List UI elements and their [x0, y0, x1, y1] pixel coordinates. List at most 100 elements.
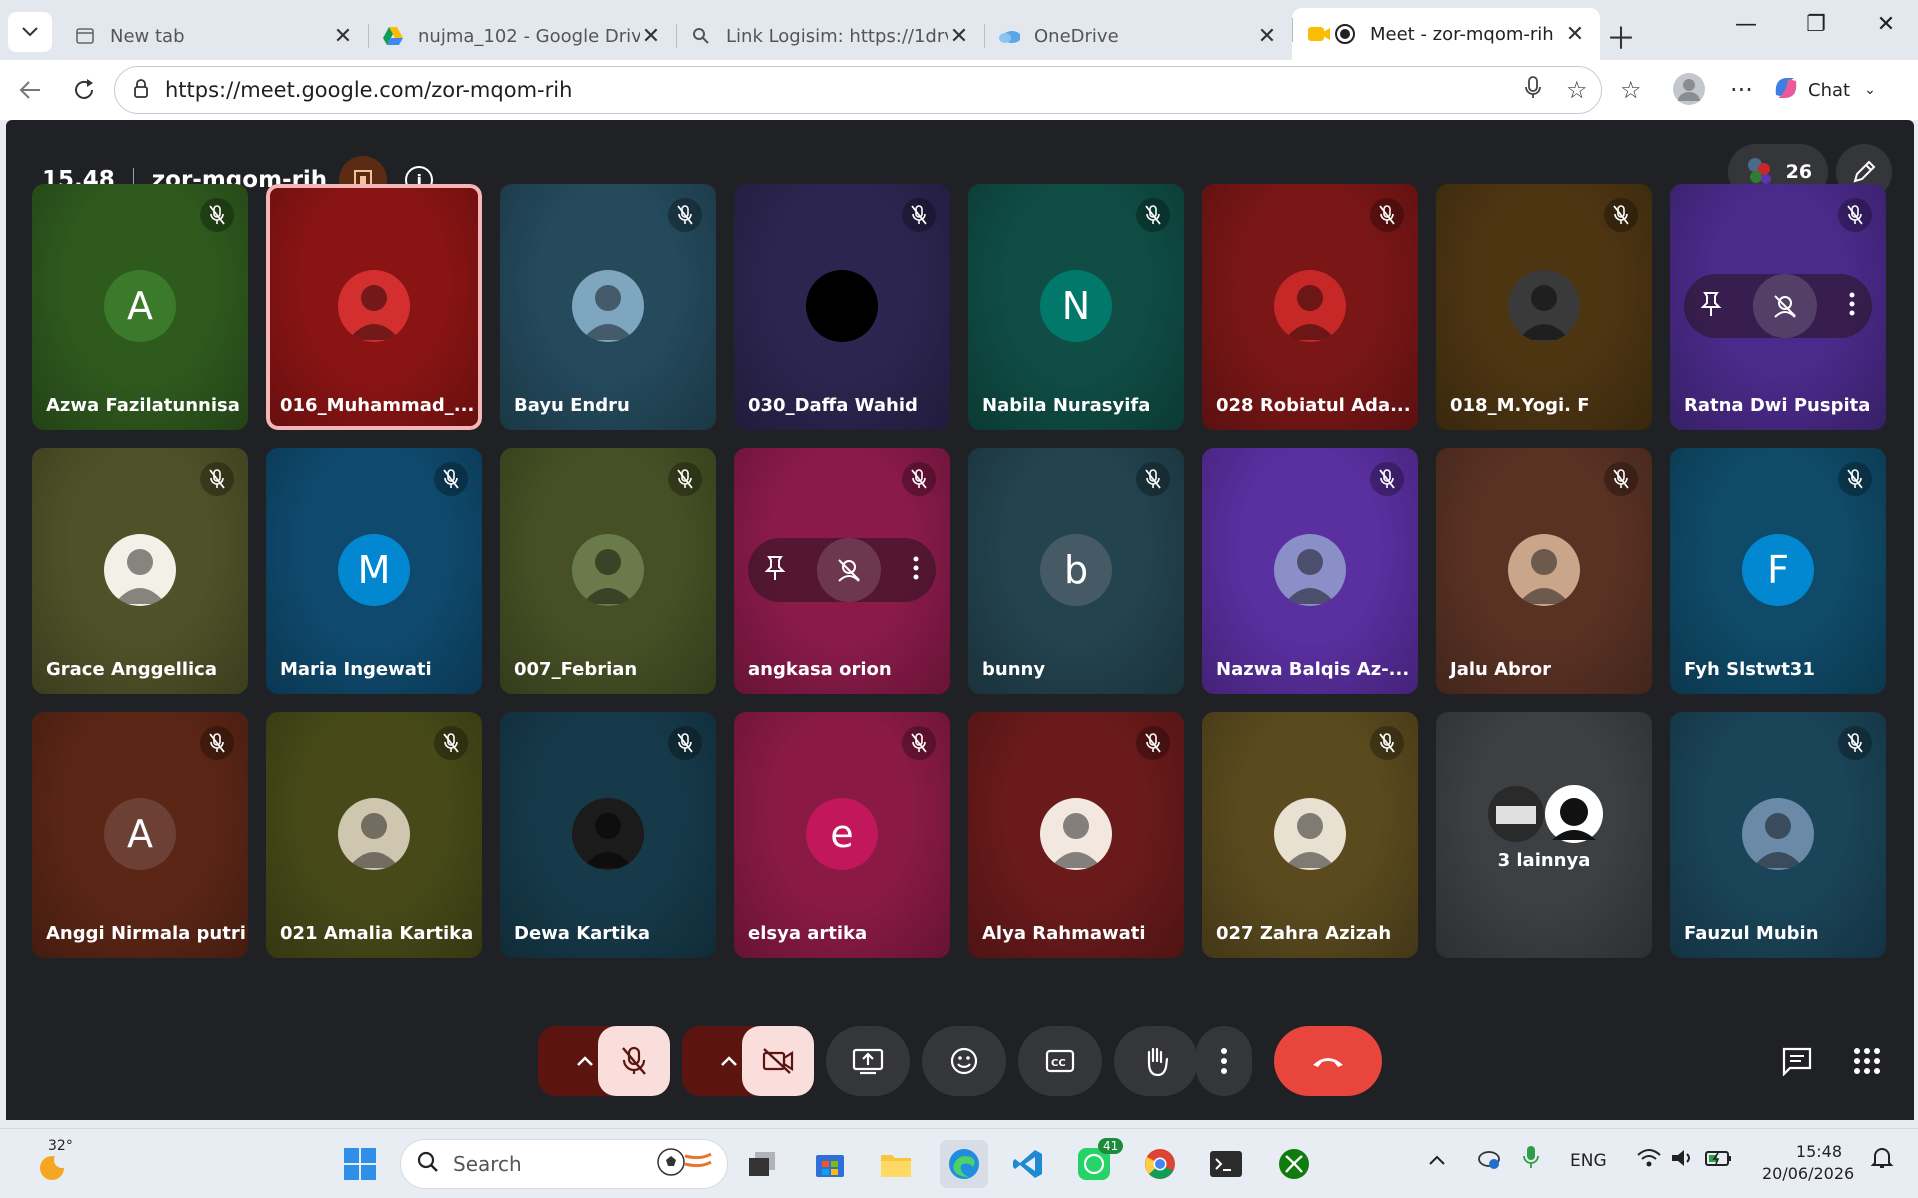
- address-input[interactable]: https://meet.google.com/zor-mqom-rih: [114, 66, 1602, 114]
- remove-participant-icon[interactable]: [1752, 274, 1817, 338]
- more-options-vertical-icon[interactable]: [912, 556, 920, 584]
- participant-tile[interactable]: Bayu Endru: [500, 184, 716, 430]
- profile-avatar-icon[interactable]: [1672, 72, 1706, 112]
- participant-tile[interactable]: Dewa Kartika: [500, 712, 716, 958]
- participant-tile[interactable]: b bunny: [968, 448, 1184, 694]
- microphone-icon[interactable]: [1524, 76, 1542, 106]
- participant-tile[interactable]: F Fyh Slstwt31: [1670, 448, 1886, 694]
- present-screen-button[interactable]: [826, 1026, 910, 1096]
- participant-name: Nabila Nurasyifa: [982, 395, 1151, 416]
- participant-tile[interactable]: 027 Zahra Azizah: [1202, 712, 1418, 958]
- tab-meet[interactable]: Meet - zor-mqom-rih ✕: [1292, 8, 1600, 60]
- taskbar-search-input[interactable]: Search: [400, 1139, 728, 1189]
- vscode-icon[interactable]: [1008, 1144, 1048, 1184]
- microphone-muted-icon: [1136, 198, 1170, 232]
- volume-icon[interactable]: [1670, 1147, 1696, 1174]
- participant-tile[interactable]: A Anggi Nirmala putri: [32, 712, 248, 958]
- new-tab-plus-icon[interactable]: ＋: [1606, 14, 1636, 58]
- restore-icon[interactable]: ❐: [1786, 12, 1846, 37]
- close-icon[interactable]: ✕: [332, 24, 354, 49]
- windows-start-icon[interactable]: [340, 1144, 380, 1184]
- participant-tile[interactable]: 016_Muhammad_...: [266, 184, 482, 430]
- participant-tile[interactable]: M Maria Ingewati: [266, 448, 482, 694]
- edge-browser-icon[interactable]: [940, 1140, 988, 1188]
- copilot-chat-button[interactable]: Chat ⌄: [1772, 68, 1876, 112]
- onedrive-tray-icon[interactable]: [1474, 1147, 1502, 1176]
- participant-tile[interactable]: N Nabila Nurasyifa: [968, 184, 1184, 430]
- show-hidden-icons-chevron-icon[interactable]: [1428, 1151, 1446, 1171]
- close-icon[interactable]: ✕: [640, 24, 662, 49]
- file-explorer-icon[interactable]: [876, 1144, 916, 1184]
- window-close-icon[interactable]: ✕: [1856, 12, 1916, 37]
- battery-charging-icon[interactable]: [1704, 1147, 1734, 1174]
- activities-grid-icon[interactable]: [1842, 1026, 1892, 1096]
- whatsapp-icon[interactable]: 41: [1074, 1138, 1124, 1184]
- participant-tile[interactable]: A Azwa Fazilatunnisa: [32, 184, 248, 430]
- tab-title: Meet - zor-mqom-rih: [1370, 23, 1554, 45]
- close-icon[interactable]: ✕: [1564, 22, 1586, 47]
- wifi-icon[interactable]: [1636, 1147, 1662, 1174]
- reload-icon[interactable]: [68, 74, 100, 106]
- tab-google-drive[interactable]: nujma_102 - Google Drive ✕: [368, 14, 676, 58]
- favorite-star-icon[interactable]: ☆: [1566, 76, 1588, 104]
- participant-tile[interactable]: Ratna Dwi Puspita: [1670, 184, 1886, 430]
- weather-widget[interactable]: 32°: [28, 1138, 84, 1184]
- participant-tile[interactable]: 030_Daffa Wahid: [734, 184, 950, 430]
- tab-title: Link Logisim: https://1drv.m: [726, 25, 948, 47]
- notification-bell-icon[interactable]: [1870, 1145, 1894, 1176]
- weather-temperature: 32°: [48, 1138, 73, 1154]
- chat-messages-icon[interactable]: [1772, 1026, 1822, 1096]
- raise-hand-button[interactable]: [1114, 1026, 1198, 1096]
- minimize-icon[interactable]: —: [1716, 12, 1776, 37]
- close-icon[interactable]: ✕: [1256, 24, 1278, 49]
- taskbar-clock[interactable]: 15:48 20/06/2026: [1762, 1141, 1854, 1185]
- pin-icon[interactable]: [1700, 290, 1722, 322]
- remove-participant-icon[interactable]: [816, 538, 881, 602]
- participant-name: 007_Febrian: [514, 659, 638, 680]
- terminal-icon[interactable]: [1206, 1144, 1246, 1184]
- favorites-list-icon[interactable]: ☆: [1620, 76, 1642, 104]
- microphone-off-button[interactable]: [598, 1026, 670, 1096]
- microphone-tray-icon[interactable]: [1522, 1145, 1540, 1176]
- more-options-vertical-icon[interactable]: [1196, 1026, 1252, 1096]
- xbox-app-icon[interactable]: [1274, 1144, 1314, 1184]
- emoji-reaction-button[interactable]: [922, 1026, 1006, 1096]
- tab-title: nujma_102 - Google Drive: [418, 25, 640, 47]
- participant-name: Dewa Kartika: [514, 923, 651, 944]
- pin-icon[interactable]: [764, 554, 786, 586]
- tab-onedrive[interactable]: OneDrive ✕: [984, 14, 1292, 58]
- more-options-icon[interactable]: ···: [1730, 76, 1753, 104]
- participant-tile[interactable]: 028 Robiatul Ada...: [1202, 184, 1418, 430]
- captions-button[interactable]: CC: [1018, 1026, 1102, 1096]
- microphone-muted-icon: [1136, 462, 1170, 496]
- participant-avatar: N: [1040, 270, 1112, 342]
- participant-name: Anggi Nirmala putri: [46, 923, 246, 944]
- participant-name: 030_Daffa Wahid: [748, 395, 918, 416]
- camera-off-button[interactable]: [742, 1026, 814, 1096]
- participant-name: Alya Rahmawati: [982, 923, 1146, 944]
- tab-logisim-link[interactable]: Link Logisim: https://1drv.m ✕: [676, 14, 984, 58]
- participant-tile[interactable]: 007_Febrian: [500, 448, 716, 694]
- chrome-icon[interactable]: [1140, 1144, 1180, 1184]
- participant-avatar: [572, 270, 644, 342]
- tab-actions-chevron-icon[interactable]: [8, 12, 52, 52]
- participant-tile[interactable]: Jalu Abror: [1436, 448, 1652, 694]
- participant-tile[interactable]: Grace Anggellica: [32, 448, 248, 694]
- more-options-vertical-icon[interactable]: [1848, 292, 1856, 320]
- participant-tile[interactable]: Fauzul Mubin: [1670, 712, 1886, 958]
- participant-tile[interactable]: angkasa orion: [734, 448, 950, 694]
- participant-tile[interactable]: e elsya artika: [734, 712, 950, 958]
- participant-tile[interactable]: 018_M.Yogi. F: [1436, 184, 1652, 430]
- participant-tile[interactable]: Alya Rahmawati: [968, 712, 1184, 958]
- language-indicator[interactable]: ENG: [1570, 1151, 1607, 1171]
- tab-new-tab[interactable]: New tab ✕: [60, 14, 368, 58]
- task-view-icon[interactable]: [742, 1144, 782, 1184]
- microphone-muted-icon: [200, 726, 234, 760]
- participant-tile[interactable]: 021 Amalia Kartika: [266, 712, 482, 958]
- microsoft-store-icon[interactable]: [810, 1144, 850, 1184]
- back-arrow-icon[interactable]: [14, 74, 46, 106]
- leave-call-button[interactable]: [1274, 1026, 1382, 1096]
- participant-tile[interactable]: Nazwa Balqis Az-...: [1202, 448, 1418, 694]
- close-icon[interactable]: ✕: [948, 24, 970, 49]
- more-participants-tile[interactable]: 3 lainnya: [1436, 712, 1652, 958]
